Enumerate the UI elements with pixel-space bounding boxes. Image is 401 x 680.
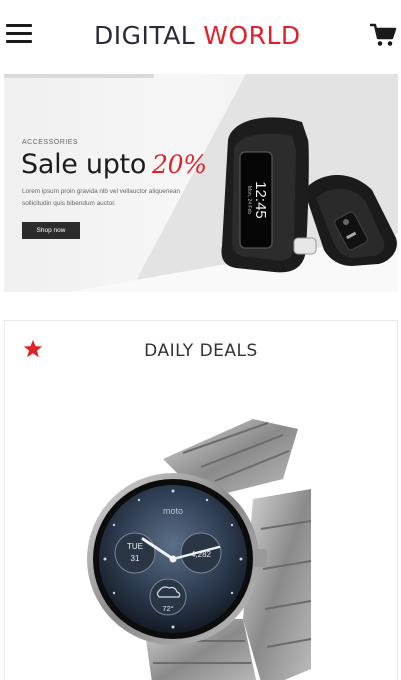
smartwatch-image[interactable]: moto TUE 31 4,282 72°: [83, 419, 313, 680]
logo-text-world: WORLD: [203, 20, 301, 50]
shopping-cart-icon[interactable]: [369, 22, 397, 48]
promo-banner[interactable]: ACCESSORIES Sale upto 20% Lorem ipsum pro…: [4, 74, 398, 292]
daily-deals-title: DAILY DEALS: [144, 341, 258, 361]
banner-title-text: Sale upto: [21, 149, 147, 180]
banner-percent: 20%: [152, 150, 207, 179]
watch-temp: 72°: [162, 604, 173, 613]
banner-description: Lorem ipsum proin gravida nlb vel vellau…: [22, 188, 181, 207]
daily-deals-card: DAILY DEALS moto TUE 31 4,282 72°: [4, 320, 398, 680]
shop-now-button[interactable]: Shop now: [22, 222, 80, 239]
fitness-band-image: 12:45 Mon, 24 Feb: [221, 117, 397, 273]
watch-brand: moto: [163, 506, 183, 516]
band-date: Mon, 24 Feb: [246, 186, 252, 214]
banner-top-bar: [4, 74, 154, 78]
header: DIGITAL WORLD: [0, 0, 401, 70]
logo-text-digital: DIGITAL: [94, 20, 196, 50]
watch-day: TUE: [127, 542, 143, 551]
hamburger-menu-icon[interactable]: [6, 24, 32, 44]
banner-title: Sale upto 20%: [21, 149, 207, 180]
logo[interactable]: DIGITAL WORLD: [94, 18, 310, 52]
band-time: 12:45: [252, 181, 269, 219]
watch-date: 31: [131, 554, 140, 563]
banner-eyebrow: ACCESSORIES: [22, 139, 79, 146]
